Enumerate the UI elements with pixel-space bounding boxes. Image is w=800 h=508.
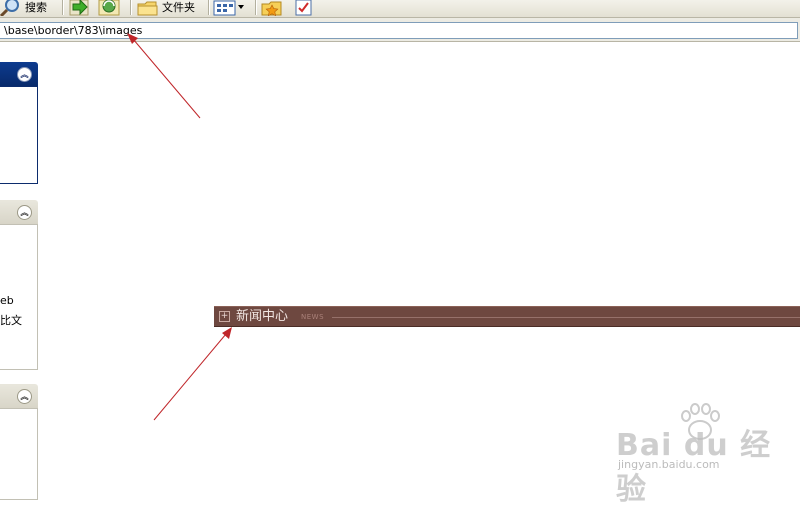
- annotation-arrow-1: [127, 33, 201, 119]
- folders-label: 文件夹: [162, 1, 195, 14]
- toolbar-separator: [208, 0, 209, 15]
- sync-button[interactable]: [98, 0, 122, 16]
- search-button[interactable]: 搜索: [0, 0, 47, 16]
- checklist-button[interactable]: [294, 0, 314, 16]
- task-pane-header-2[interactable]: ︽: [0, 200, 38, 224]
- collapse-chevron-icon[interactable]: ︽: [17, 389, 32, 404]
- favorites-button[interactable]: [260, 0, 284, 16]
- task-pane-body-1: [0, 86, 38, 184]
- views-button[interactable]: [213, 0, 245, 16]
- task-pane-section-1: ︽: [0, 62, 38, 184]
- toolbar-separator: [130, 0, 131, 15]
- task-pane-header-3[interactable]: ︽: [0, 384, 38, 408]
- green-arrow-icon: [69, 0, 89, 16]
- toolbar-separator: [255, 0, 256, 15]
- task-pane-section-2: ︽ eb 比文: [0, 200, 38, 370]
- address-path: \base\border\783\images: [4, 24, 143, 37]
- chevron-down-icon: [238, 5, 244, 9]
- task-pane-text: 比文: [0, 314, 22, 327]
- collapse-chevron-icon[interactable]: ︽: [17, 205, 32, 220]
- explorer-toolbar: 搜索 文件夹: [0, 0, 800, 18]
- task-pane-header-1[interactable]: ︽: [0, 62, 38, 86]
- folders-button[interactable]: 文件夹: [137, 0, 195, 16]
- checklist-icon: [295, 0, 312, 16]
- baidu-watermark: Bai du 经验 jingyan.baidu.com: [612, 402, 792, 507]
- search-icon: [0, 0, 19, 16]
- watermark-url: jingyan.baidu.com: [618, 458, 720, 471]
- plus-icon: +: [219, 311, 230, 322]
- views-icon: [213, 0, 236, 16]
- task-pane-body-3: [0, 408, 38, 500]
- news-subtitle: NEWS: [301, 313, 325, 321]
- news-banner: + 新闻中心 NEWS: [214, 306, 800, 327]
- search-label: 搜索: [25, 1, 47, 14]
- folder-icon: [137, 1, 158, 16]
- collapse-chevron-icon[interactable]: ︽: [17, 67, 32, 82]
- address-input[interactable]: \base\border\783\images: [0, 22, 798, 39]
- favorites-folder-icon: [261, 1, 282, 16]
- sync-icon: [98, 0, 120, 16]
- address-bar: \base\border\783\images: [0, 18, 800, 42]
- task-pane-body-2: eb 比文: [0, 224, 38, 370]
- task-pane-text: eb: [0, 294, 14, 307]
- news-title: 新闻中心: [236, 309, 289, 324]
- news-divider-line: [332, 317, 800, 318]
- annotation-arrow-2: [153, 327, 232, 421]
- task-pane-section-3: ︽: [0, 384, 38, 500]
- toolbar-separator: [62, 0, 63, 15]
- go-button[interactable]: [68, 0, 90, 16]
